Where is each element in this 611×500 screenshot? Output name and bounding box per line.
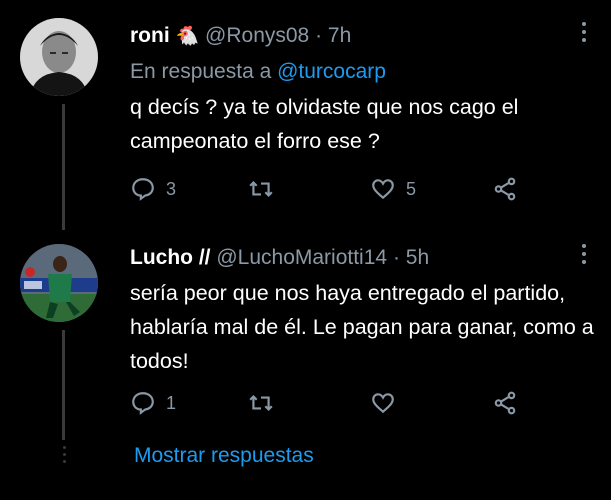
comment-icon [132, 178, 154, 201]
avatar-roni-image [20, 18, 98, 96]
like-button-2[interactable] [370, 390, 406, 416]
more-icon[interactable] [581, 244, 587, 264]
author-name-2[interactable]: Lucho // [130, 246, 211, 269]
retweet-icon [249, 394, 273, 412]
retweet-button-2[interactable] [248, 390, 284, 416]
share-icon [494, 391, 516, 415]
avatar-roni[interactable] [20, 18, 98, 96]
retweet-button[interactable] [248, 176, 284, 202]
show-replies-link[interactable]: Mostrar respuestas [134, 444, 314, 468]
reply-button[interactable]: 3 [130, 176, 176, 202]
reply-count-2: 1 [166, 392, 177, 413]
share-button-2[interactable] [492, 390, 518, 416]
author-name[interactable]: roni [130, 24, 170, 47]
author-handle[interactable]: @Ronys08 [205, 24, 309, 47]
thread-line-2 [62, 330, 65, 440]
tweet-lucho[interactable]: Lucho // @LuchoMariotti14 · 5h sería peo… [0, 230, 611, 440]
chicken-emoji: 🐔 [175, 26, 200, 47]
tweet-header-2: Lucho // @LuchoMariotti14 · 5h [130, 246, 429, 270]
heart-icon [372, 393, 394, 414]
reply-to-line: En respuesta a @turcocarp [130, 60, 386, 84]
comment-icon [132, 392, 154, 415]
more-icon[interactable] [581, 22, 587, 42]
share-button[interactable] [492, 176, 518, 202]
share-icon [494, 177, 516, 201]
avatar-lucho-image [20, 244, 98, 322]
author-handle-2[interactable]: @LuchoMariotti14 [216, 246, 387, 269]
heart-icon [372, 179, 394, 200]
like-count: 5 [406, 178, 417, 199]
thread-continuation-dots [63, 446, 66, 463]
tweet-header: roni 🐔 @Ronys08 · 7h [130, 24, 351, 48]
tweet-text-2: sería peor que nos haya entregado el par… [130, 281, 594, 373]
tweet-text: q decís ? ya te olvidaste que nos cago e… [130, 95, 519, 153]
reply-to-handle[interactable]: @turcocarp [277, 60, 386, 83]
like-button[interactable]: 5 [370, 176, 416, 202]
reply-button-2[interactable]: 1 [130, 390, 176, 416]
tweet-roni[interactable]: roni 🐔 @Ronys08 · 7h En respuesta a @tur… [0, 0, 611, 230]
tweet-actions: 3 5 [130, 176, 530, 206]
reply-prefix: En respuesta a [130, 60, 278, 83]
tweet-actions-2: 1 [130, 390, 530, 420]
thread-line [62, 104, 65, 230]
reply-count: 3 [166, 178, 177, 199]
tweet-time: · 7h [315, 24, 352, 47]
avatar-lucho[interactable] [20, 244, 98, 322]
retweet-icon [249, 180, 273, 198]
tweet-time-2: · 5h [392, 246, 430, 269]
